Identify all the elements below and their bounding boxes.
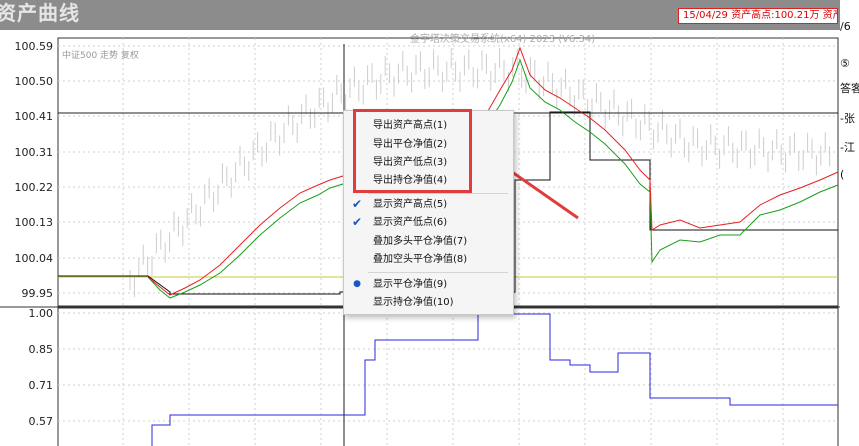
menu-item-label: 显示持仓净值(10) <box>373 297 454 308</box>
y-tick-label: 0.85 <box>29 343 54 356</box>
window-titlebar: 资产曲线 15/04/29 资产高点:100.21万 资产 <box>0 0 840 30</box>
window-title: 资产曲线 <box>0 1 80 25</box>
symbol-label: 中证500 走势 复权 <box>62 49 139 61</box>
annotation-highlight-box <box>353 109 472 193</box>
right-fragment-text: -张 <box>840 112 855 125</box>
y-tick-label: 100.04 <box>15 252 54 265</box>
menu-item-label: 叠加空头平仓净值(8) <box>373 254 468 265</box>
right-fragment-text: /6 <box>840 20 851 33</box>
y-tick-label: 1.00 <box>29 307 54 320</box>
y-tick-label: 0.71 <box>29 379 54 392</box>
lower-y-axis: 1.00 0.85 0.71 0.57 <box>29 307 54 428</box>
right-fragment-text: 答客 <box>840 82 859 95</box>
menu-item-label: 显示平仓净值(9) <box>373 279 448 290</box>
menu-item-show-equity-low[interactable]: ✔ 显示资产低点(6) <box>344 213 513 232</box>
check-icon: ✔ <box>351 197 363 211</box>
y-tick-label: 100.50 <box>15 75 54 88</box>
y-tick-label: 100.31 <box>15 146 54 159</box>
menu-separator <box>368 193 508 194</box>
bullet-icon: ● <box>353 279 361 289</box>
right-fragment-text: -江 <box>840 141 855 154</box>
peak-info-badge: 15/04/29 资产高点:100.21万 资产 <box>678 8 838 24</box>
menu-item-overlay-long-close[interactable]: 叠加多头平仓净值(7) <box>344 232 513 251</box>
right-fragment-text: ( <box>840 168 845 181</box>
y-tick-label: 0.57 <box>29 415 54 428</box>
check-icon: ✔ <box>351 215 363 229</box>
y-tick-label: 100.13 <box>15 216 54 229</box>
menu-item-overlay-short-close[interactable]: 叠加空头平仓净值(8) <box>344 250 513 269</box>
lower-panel-frame <box>57 307 839 446</box>
menu-item-label: 叠加多头平仓净值(7) <box>373 236 468 247</box>
menu-item-label: 显示资产低点(6) <box>373 217 448 228</box>
upper-y-axis: 100.59 100.50 100.41 100.31 100.22 100.1… <box>15 40 54 300</box>
y-tick-label: 100.59 <box>15 40 54 53</box>
y-tick-label: 100.22 <box>15 181 54 194</box>
right-panel-fragment: /6 ⑤ 答客 -张 -江 ( <box>840 0 859 446</box>
menu-separator <box>368 272 508 273</box>
y-tick-label: 99.95 <box>22 287 54 300</box>
menu-item-show-equity-high[interactable]: ✔ 显示资产高点(5) <box>344 195 513 214</box>
watermark: 金字塔决策交易系统(x64) 2023 (V6.34) <box>410 32 595 45</box>
menu-item-show-close-equity[interactable]: ● 显示平仓净值(9) <box>344 275 513 294</box>
menu-item-show-position-equity[interactable]: 显示持仓净值(10) <box>344 293 513 312</box>
menu-item-label: 显示资产高点(5) <box>373 199 448 210</box>
right-fragment-text: ⑤ <box>840 57 850 70</box>
y-tick-label: 100.41 <box>15 110 54 123</box>
